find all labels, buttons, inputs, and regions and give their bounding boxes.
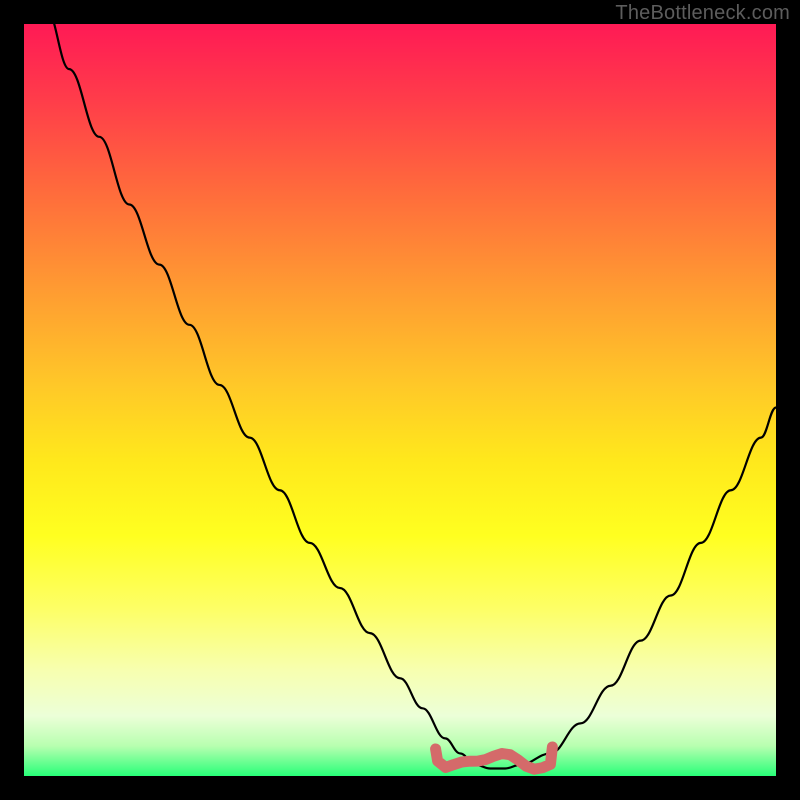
- frame-left: [0, 0, 24, 800]
- frame-bottom: [0, 776, 800, 800]
- plot-area: [24, 24, 776, 776]
- curve-svg: [24, 24, 776, 776]
- frame-right: [776, 0, 800, 800]
- bottleneck-curve: [24, 24, 776, 768]
- watermark-text: TheBottleneck.com: [615, 2, 790, 25]
